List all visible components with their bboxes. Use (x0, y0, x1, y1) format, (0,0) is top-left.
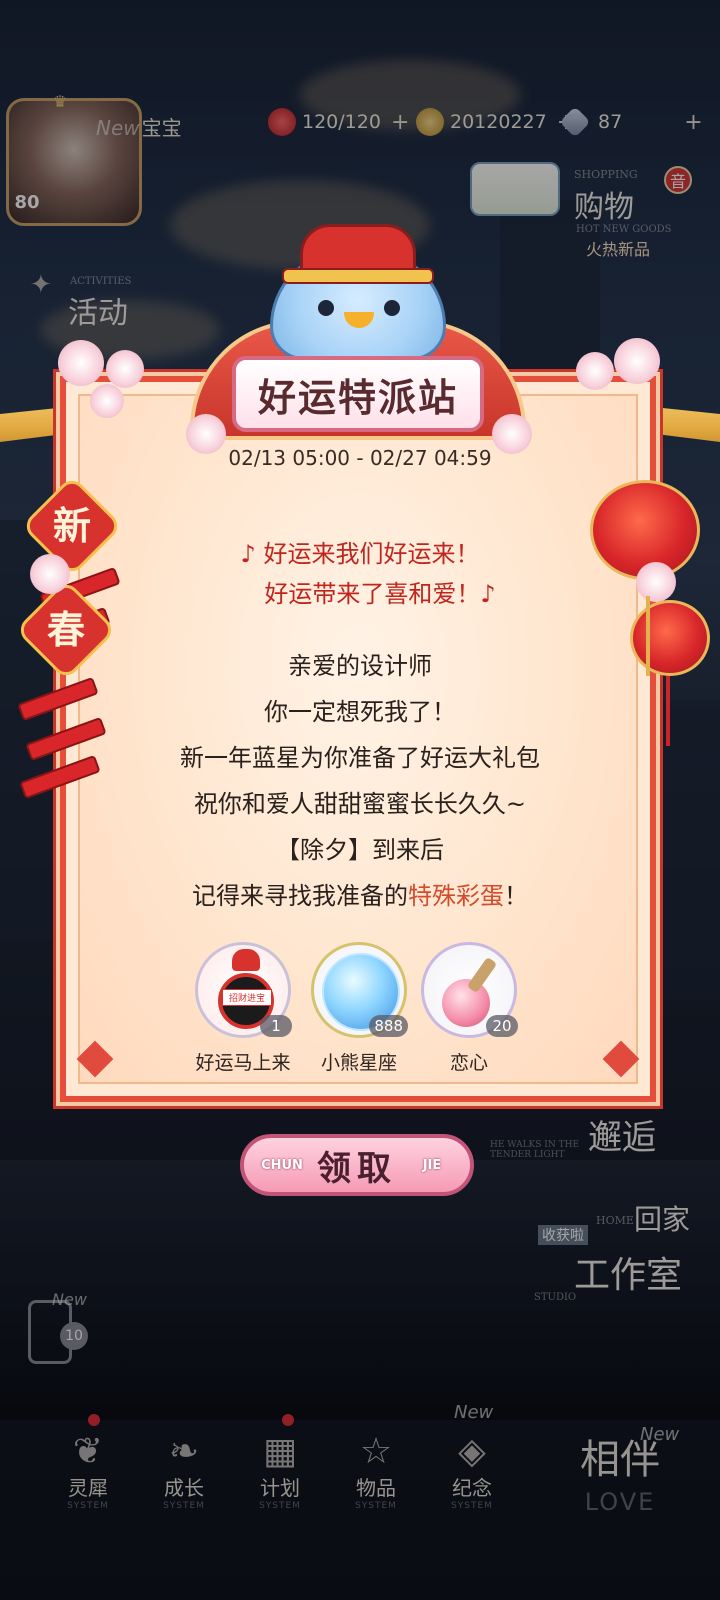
claim-label: 领取 (317, 1148, 397, 1189)
flower-decoration (576, 352, 614, 390)
message-line: 祝你和爱人甜甜蜜蜜长长久久~ (193, 790, 527, 818)
mascot-hat-band (282, 268, 434, 284)
lantern-decoration (630, 600, 710, 676)
mascot-eye (318, 300, 334, 316)
claim-right-text: JIE (422, 1157, 442, 1173)
event-date-range: 02/13 05:00 - 02/27 04:59 (228, 446, 492, 470)
reward-item[interactable]: 20 恋心 (414, 942, 524, 1075)
claim-button[interactable]: CHUN 领取 JIE (240, 1134, 474, 1196)
message-prefix: 记得来寻找我准备的 (192, 882, 408, 910)
claim-left-text: CHUN (261, 1157, 303, 1173)
reward-item[interactable]: 招财进宝 1 好运马上来 (188, 942, 298, 1075)
popup-title: 好运特派站 (257, 374, 458, 420)
lantern-tassel (646, 596, 650, 676)
reward-name: 小熊星座 (320, 1052, 397, 1074)
lantern-tassel (666, 676, 670, 746)
flower-decoration (636, 562, 676, 602)
flower-decoration (58, 340, 104, 386)
message-line: 【除夕】到来后 (276, 836, 444, 864)
message-line: 亲爱的设计师 (288, 652, 432, 680)
song-line-2: 好运带来了喜和爱！♪ (264, 580, 496, 608)
message-line-last: 记得来寻找我准备的特殊彩蛋！ (110, 876, 610, 911)
message-suffix: ！ (504, 882, 528, 910)
reward-icon-badge: 招财进宝 (222, 989, 272, 1006)
mascot-eye (384, 300, 400, 316)
reward-name: 好运马上来 (195, 1052, 291, 1074)
reward-icon-frame: 888 (311, 942, 408, 1038)
title-plate: 好运特派站 (232, 356, 484, 432)
mascot-hat-icon (232, 949, 260, 971)
reward-quantity: 888 (369, 1015, 408, 1037)
seal-char-xin: 新 (52, 503, 91, 548)
reward-item[interactable]: 888 小熊星座 (304, 942, 414, 1075)
reward-quantity: 20 (486, 1015, 518, 1037)
seal-char-chun: 春 (46, 607, 85, 652)
reward-quantity: 1 (260, 1015, 292, 1037)
reward-icon-frame: 20 (421, 942, 518, 1038)
message-line: 新一年蓝星为你准备了好运大礼包 (180, 744, 540, 772)
flower-decoration (106, 350, 144, 388)
flower-decoration (30, 554, 70, 594)
flower-decoration (90, 384, 124, 418)
reward-icon-frame: 招财进宝 1 (195, 942, 292, 1038)
special-easter-egg-text: 特殊彩蛋 (408, 882, 504, 910)
reward-name: 恋心 (449, 1052, 488, 1074)
heart-potion-icon (442, 979, 490, 1027)
message-line: 你一定想死我了！ (264, 698, 456, 726)
song-line-1: ♪ 好运来我们好运来！ (240, 540, 480, 568)
flower-decoration (614, 338, 660, 384)
